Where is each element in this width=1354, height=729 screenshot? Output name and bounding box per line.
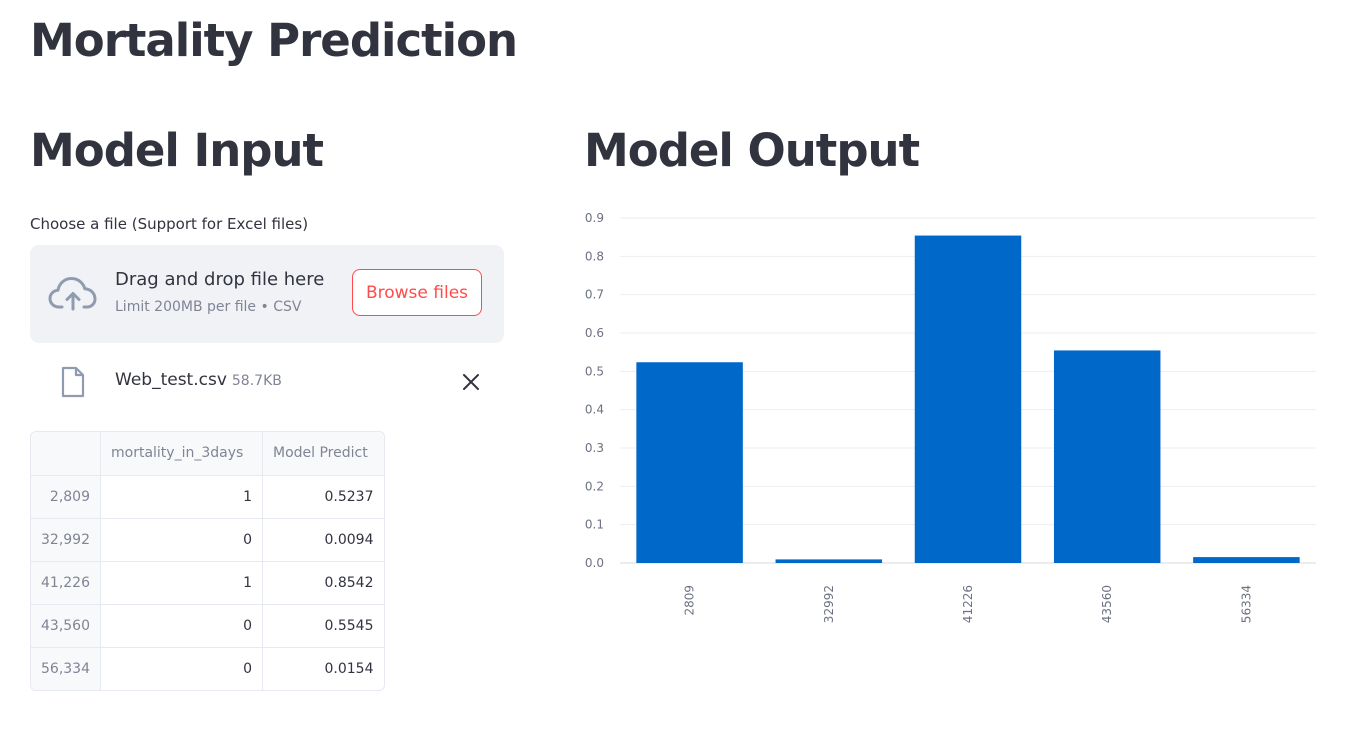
x-tick-label: 32992: [822, 585, 836, 623]
y-tick-label: 0.2: [585, 479, 604, 493]
dropzone-instructions: Drag and drop file here Limit 200MB per …: [115, 269, 324, 315]
file-name: Web_test.csv: [115, 370, 227, 390]
file-dropzone[interactable]: Drag and drop file here Limit 200MB per …: [30, 245, 504, 343]
cell-mortality: 1: [100, 475, 263, 519]
y-tick-label: 0.0: [585, 556, 604, 570]
y-tick-label: 0.9: [585, 211, 604, 225]
uploaded-file-row: Web_test.csv 58.7KB: [30, 360, 504, 404]
close-icon[interactable]: [460, 371, 482, 393]
row-index: 56,334: [31, 647, 101, 690]
cell-mortality: 0: [100, 647, 263, 690]
row-index: 43,560: [31, 604, 101, 648]
bar-43560[interactable]: [1053, 350, 1161, 563]
cell-mortality: 0: [100, 518, 263, 562]
x-tick-label: 41226: [961, 585, 975, 623]
cell-predict: 0.0094: [262, 518, 384, 562]
table-row: 41,226 1 0.8542: [31, 561, 384, 605]
file-info: Web_test.csv 58.7KB: [115, 370, 282, 390]
y-tick-label: 0.4: [585, 403, 604, 417]
dropzone-limit: Limit 200MB per file • CSV: [115, 299, 302, 315]
bar-32992[interactable]: [775, 559, 883, 563]
dropzone-text: Drag and drop file here: [115, 269, 325, 290]
y-tick-label: 0.6: [585, 326, 604, 340]
x-tick-label: 2809: [683, 585, 697, 616]
cloud-upload-icon: [48, 277, 97, 311]
cell-predict: 0.5545: [262, 604, 384, 648]
bar-56334[interactable]: [1193, 557, 1300, 563]
file-icon: [61, 366, 85, 398]
row-index: 41,226: [31, 561, 101, 605]
table-row: 32,992 0 0.0094: [31, 518, 384, 562]
cell-mortality: 0: [100, 604, 263, 648]
y-tick-label: 0.8: [585, 249, 604, 263]
y-tick-label: 0.5: [585, 364, 604, 378]
model-output-title: Model Output: [584, 124, 920, 177]
table-header-model-predict[interactable]: Model Predict: [262, 432, 384, 476]
results-table[interactable]: mortality_in_3days Model Predict 2,809 1…: [30, 431, 385, 691]
table-row: 43,560 0 0.5545: [31, 604, 384, 648]
table-header-mortality[interactable]: mortality_in_3days: [100, 432, 263, 476]
row-index: 2,809: [31, 475, 101, 519]
cell-predict: 0.8542: [262, 561, 384, 605]
table-header-row: mortality_in_3days Model Predict: [31, 432, 384, 476]
cell-mortality: 1: [100, 561, 263, 605]
table-row: 56,334 0 0.0154: [31, 647, 384, 690]
table-row: 2,809 1 0.5237: [31, 475, 384, 519]
bar-41226[interactable]: [914, 235, 1022, 563]
x-tick-label: 56334: [1239, 585, 1253, 623]
y-tick-label: 0.3: [585, 441, 604, 455]
bar-2809[interactable]: [636, 362, 743, 563]
prediction-bar-chart[interactable]: 0.0 0.1 0.2 0.3 0.4 0.5 0.6 0.7 0.8 0.9 2809 32992 4…: [574, 200, 1334, 640]
cell-predict: 0.0154: [324, 660, 374, 677]
table-header-index: [31, 432, 101, 476]
y-tick-label: 0.7: [585, 288, 604, 302]
x-tick-label: 43560: [1100, 585, 1114, 623]
row-index: 32,992: [31, 518, 101, 562]
chart-svg: 0.0 0.1 0.2 0.3 0.4 0.5 0.6 0.7 0.8 0.9 2809 32992 4…: [585, 211, 1316, 623]
file-size: 58.7KB: [231, 373, 282, 389]
cell-predict: 0.5237: [262, 475, 384, 519]
browse-files-button[interactable]: Browse files: [352, 269, 482, 316]
page-title: Mortality Prediction: [30, 14, 518, 67]
y-tick-label: 0.1: [585, 518, 604, 532]
model-input-title: Model Input: [30, 124, 324, 177]
uploader-label: Choose a file (Support for Excel files): [30, 215, 309, 233]
